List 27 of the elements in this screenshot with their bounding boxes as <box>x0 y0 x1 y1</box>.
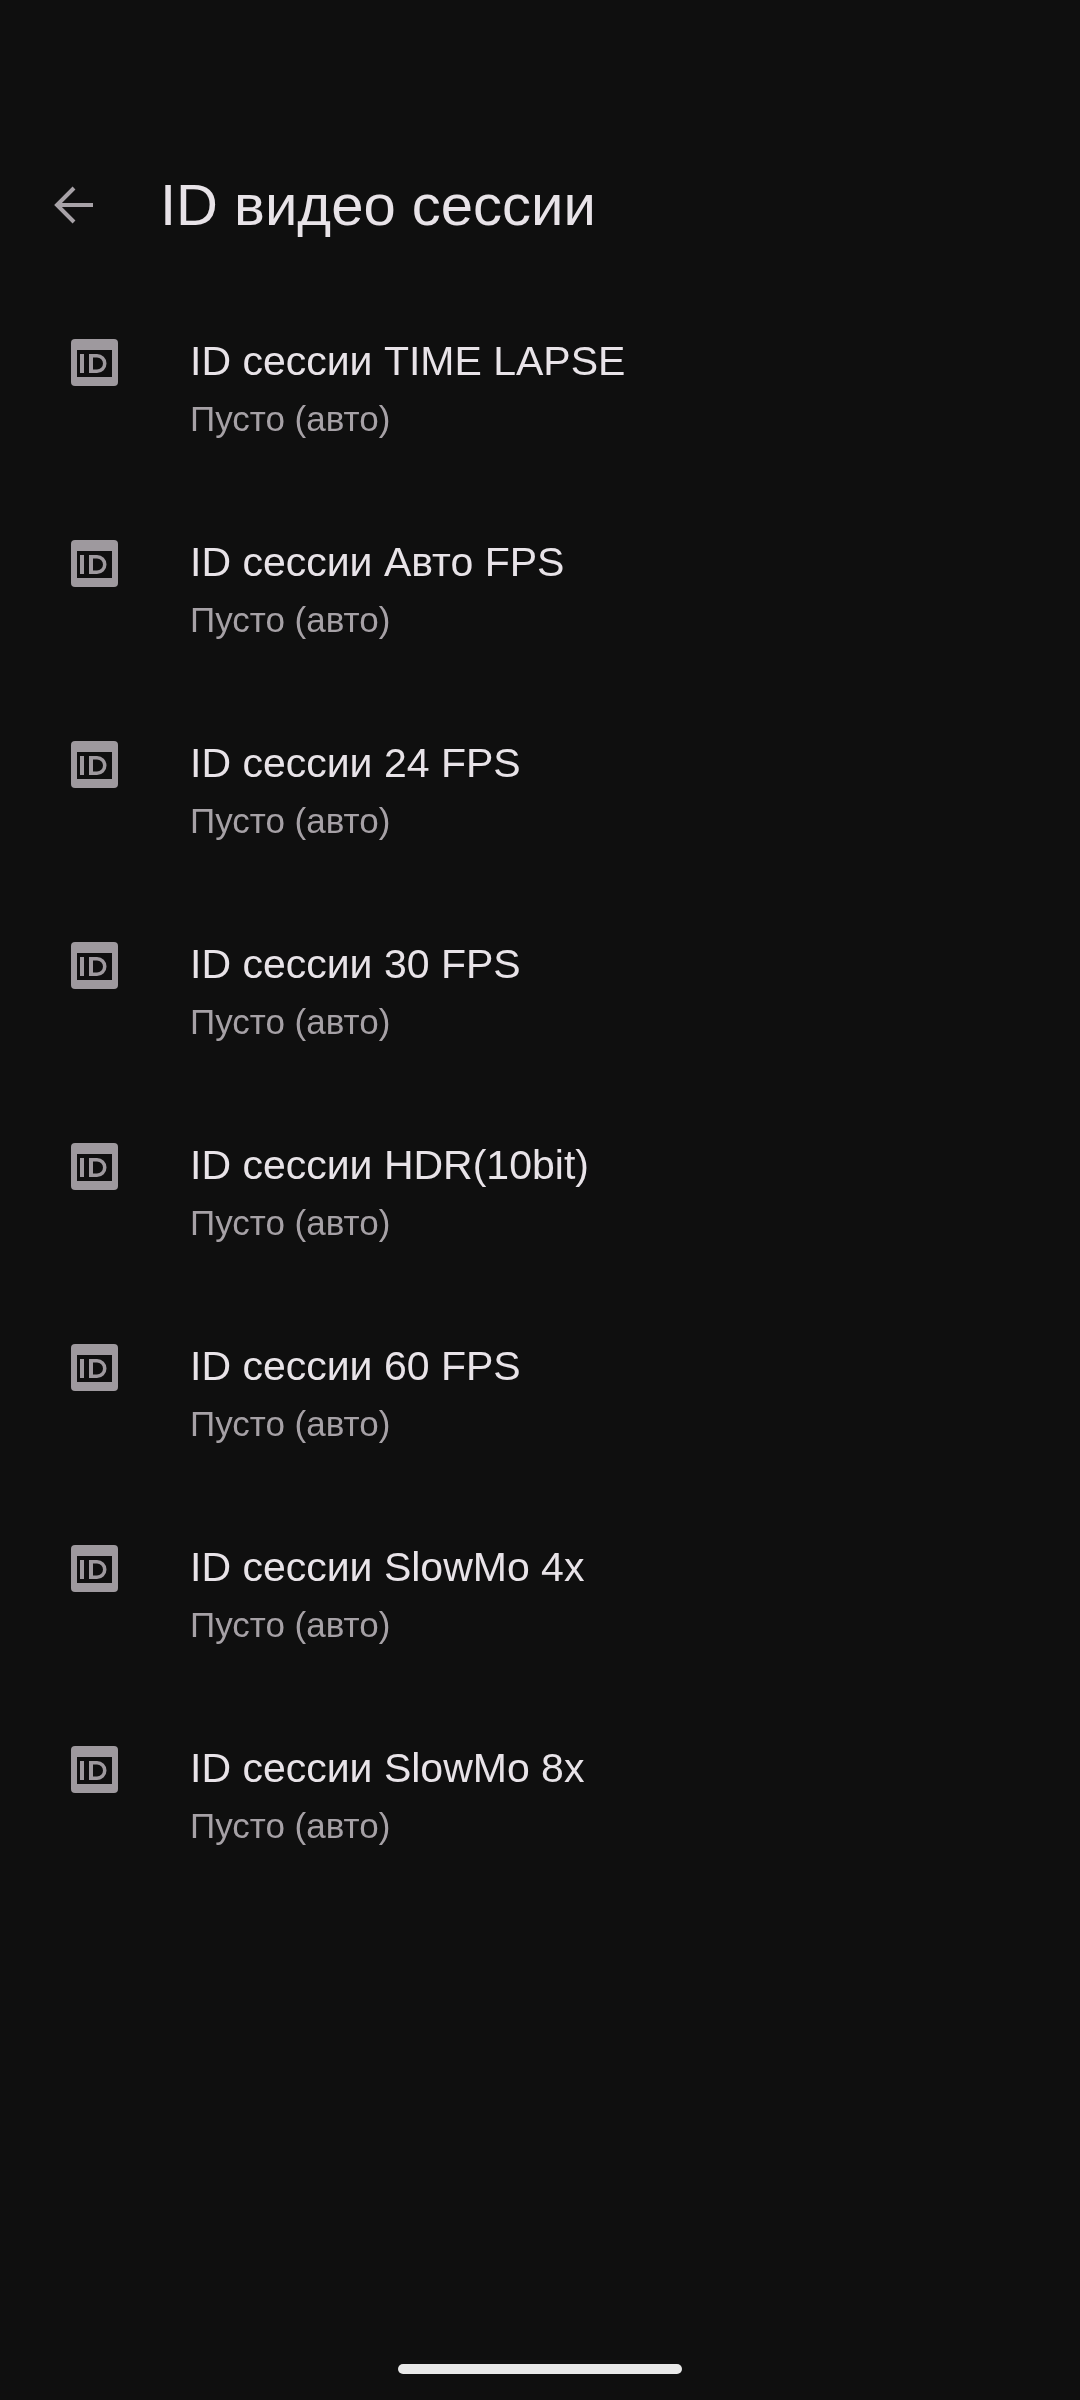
setting-title[interactable]: ID сессии 30 FPS <box>190 936 521 992</box>
setting-title[interactable]: ID сессии SlowMo 8x <box>190 1740 585 1796</box>
setting-title[interactable]: ID сессии TIME LAPSE <box>190 333 626 389</box>
setting-title[interactable]: ID сессии HDR(10bit) <box>190 1137 589 1193</box>
id-card-icon <box>71 1143 118 1190</box>
id-card-icon <box>71 741 118 788</box>
id-card-icon <box>71 339 118 386</box>
id-card-icon <box>71 942 118 989</box>
setting-summary: Пусто (авто) <box>190 1805 391 1847</box>
id-card-icon <box>71 1545 118 1592</box>
screen-title: ID видео сессии <box>160 171 596 239</box>
id-card-icon <box>71 540 118 587</box>
setting-summary: Пусто (авто) <box>190 398 391 440</box>
back-arrow-icon <box>53 185 95 225</box>
setting-title[interactable]: ID сессии SlowMo 4x <box>190 1539 585 1595</box>
setting-title[interactable]: ID сессии Авто FPS <box>190 534 565 590</box>
setting-summary: Пусто (авто) <box>190 800 391 842</box>
id-card-icon <box>71 1746 118 1793</box>
setting-title[interactable]: ID сессии 24 FPS <box>190 735 521 791</box>
setting-summary: Пусто (авто) <box>190 1403 391 1445</box>
setting-summary: Пусто (авто) <box>190 1202 391 1244</box>
id-card-icon <box>71 1344 118 1391</box>
back-button[interactable] <box>53 185 95 225</box>
setting-summary: Пусто (авто) <box>190 1001 391 1043</box>
setting-summary: Пусто (авто) <box>190 599 391 641</box>
setting-title[interactable]: ID сессии 60 FPS <box>190 1338 521 1394</box>
setting-summary: Пусто (авто) <box>190 1604 391 1646</box>
